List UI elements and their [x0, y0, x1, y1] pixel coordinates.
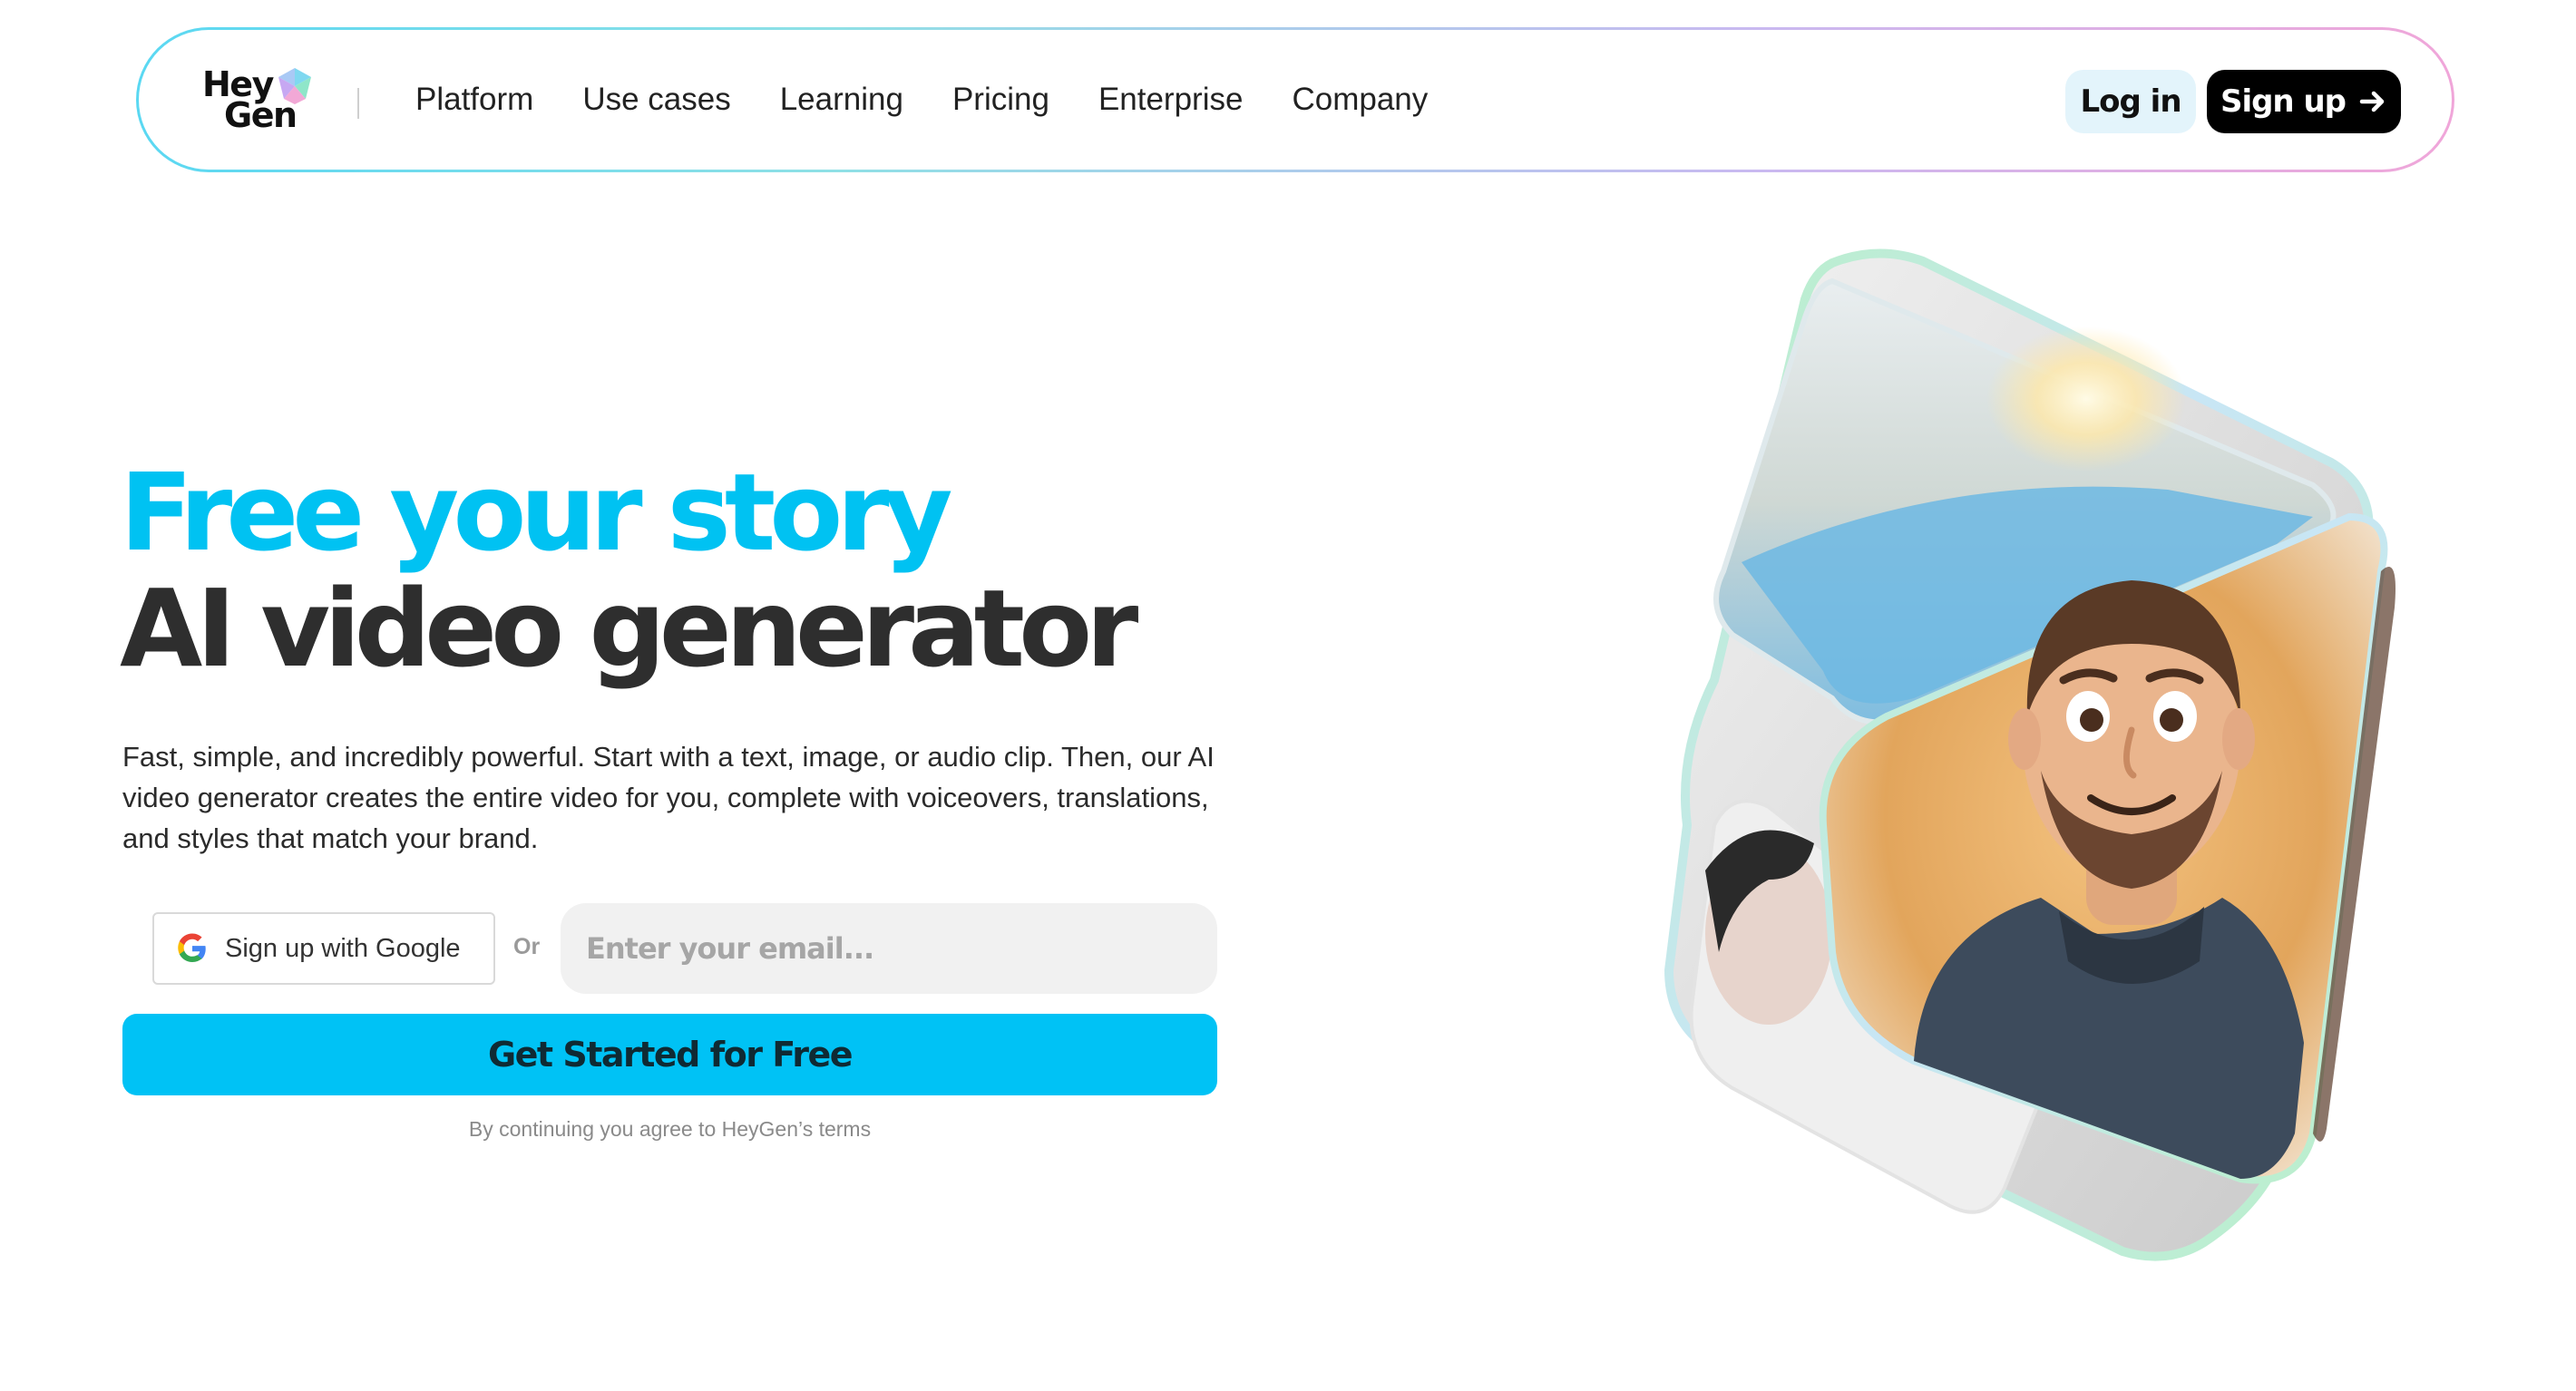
navbar-inner: Hey Gen Platform Use cases Learning Pric… — [139, 30, 2452, 170]
top-navbar: Hey Gen Platform Use cases Learning Pric… — [136, 27, 2454, 172]
get-started-button[interactable]: Get Started for Free — [122, 1014, 1217, 1095]
primary-nav: Platform Use cases Learning Pricing Ente… — [415, 30, 1477, 170]
arrow-right-icon — [2359, 91, 2385, 112]
hero-description: Fast, simple, and incredibly powerful. S… — [122, 741, 1215, 854]
nav-link-platform[interactable]: Platform — [415, 82, 533, 118]
google-icon — [178, 933, 206, 962]
nav-link-use-cases[interactable]: Use cases — [582, 82, 730, 118]
nav-link-learning[interactable]: Learning — [780, 82, 903, 118]
hero-cube-illustration — [1664, 248, 2395, 1261]
hero-headline-accent: Free your story — [120, 450, 952, 575]
email-input[interactable] — [561, 903, 1217, 994]
signup-button-label: Sign up — [2220, 83, 2347, 120]
heygen-gem-icon — [278, 68, 311, 104]
heygen-logo[interactable]: Hey Gen — [202, 66, 329, 139]
nav-link-enterprise[interactable]: Enterprise — [1098, 82, 1244, 118]
nav-link-company[interactable]: Company — [1292, 82, 1428, 118]
signup-button[interactable]: Sign up — [2207, 70, 2401, 133]
or-separator: Or — [513, 934, 541, 959]
nav-divider — [357, 88, 359, 119]
login-button[interactable]: Log in — [2065, 70, 2196, 133]
nav-link-pricing[interactable]: Pricing — [952, 82, 1049, 118]
terms-note: By continuing you agree to HeyGen’s term… — [468, 1117, 872, 1141]
hero-headline-main: AI video generator — [120, 566, 1138, 691]
google-signup-button[interactable]: Sign up with Google — [152, 912, 495, 985]
google-signup-label: Sign up with Google — [225, 933, 461, 963]
